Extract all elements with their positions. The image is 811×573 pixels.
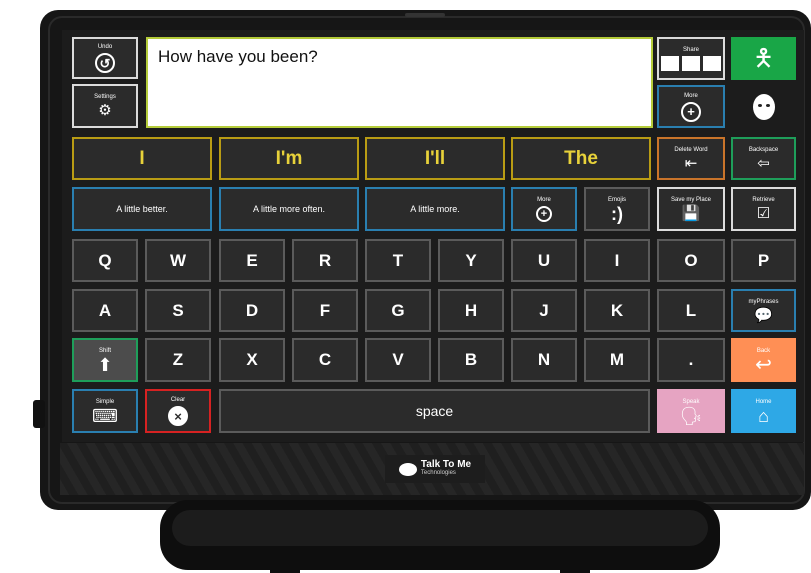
stand-handle bbox=[172, 510, 708, 546]
simple-label: Simple bbox=[95, 399, 115, 405]
speak-button[interactable]: Speak 🗣 bbox=[657, 389, 725, 433]
clear-button[interactable]: Clear × bbox=[145, 389, 211, 433]
key-x[interactable]: X bbox=[219, 338, 285, 382]
share-button[interactable]: Share bbox=[657, 37, 725, 80]
key-j[interactable]: J bbox=[511, 289, 577, 332]
save-icon: 💾 bbox=[681, 205, 701, 222]
space-key[interactable]: space bbox=[219, 389, 650, 433]
backspace-label: Backspace bbox=[748, 146, 779, 153]
clear-x-icon: × bbox=[168, 406, 188, 426]
key-d[interactable]: D bbox=[219, 289, 285, 332]
key-c[interactable]: C bbox=[292, 338, 358, 382]
key-q[interactable]: Q bbox=[72, 239, 138, 282]
stand-foot bbox=[270, 565, 300, 573]
person-button[interactable]: 🯅 bbox=[731, 37, 796, 80]
back-button[interactable]: Back ↩ bbox=[731, 338, 796, 382]
share-label: Share bbox=[682, 47, 699, 53]
key-t[interactable]: T bbox=[365, 239, 431, 282]
simple-button[interactable]: Simple ⌨ bbox=[72, 389, 138, 433]
key-u[interactable]: U bbox=[511, 239, 577, 282]
retrieve-button[interactable]: Retrieve ☑ bbox=[731, 187, 796, 231]
home-label: Home bbox=[755, 399, 772, 405]
key-s[interactable]: S bbox=[145, 289, 211, 332]
prediction-2[interactable]: I'm bbox=[219, 137, 359, 180]
phrase-3[interactable]: A little more. bbox=[365, 187, 505, 231]
shift-label: Shift bbox=[98, 348, 111, 354]
undo-button[interactable]: Undo ↺ bbox=[72, 37, 138, 79]
retrieve-label: Retrieve bbox=[752, 197, 775, 203]
face-icon bbox=[752, 93, 775, 120]
key-k[interactable]: K bbox=[584, 289, 650, 332]
plus-icon: + bbox=[681, 101, 701, 122]
phrase-2[interactable]: A little more often. bbox=[219, 187, 359, 231]
message-box[interactable]: How have you been? bbox=[146, 37, 653, 128]
emojis-button[interactable]: Emojis :) bbox=[584, 187, 650, 231]
share-icon bbox=[661, 56, 721, 71]
key-h[interactable]: H bbox=[438, 289, 504, 332]
key-w[interactable]: W bbox=[145, 239, 211, 282]
key-l[interactable]: L bbox=[657, 289, 725, 332]
brand-text: Talk To Me Technologies bbox=[421, 460, 471, 478]
emoji-glyph: :) bbox=[611, 204, 623, 224]
person-icon: 🯅 bbox=[752, 44, 775, 72]
stand-foot bbox=[560, 565, 590, 573]
speech-bubble-logo-icon bbox=[398, 462, 417, 476]
delete-word-label: Delete Word bbox=[674, 146, 708, 153]
settings-button[interactable]: Settings ⚙ bbox=[72, 84, 138, 128]
speak-label: Speak bbox=[682, 399, 700, 405]
side-button bbox=[33, 400, 45, 428]
plus-icon: + bbox=[536, 206, 552, 222]
delete-word-icon: ⇤ bbox=[684, 154, 698, 172]
key-g[interactable]: G bbox=[365, 289, 431, 332]
more-phrases-label: More bbox=[537, 197, 551, 203]
key-period[interactable]: . bbox=[657, 338, 725, 382]
shift-button[interactable]: Shift ⬆ bbox=[72, 338, 138, 382]
key-a[interactable]: A bbox=[72, 289, 138, 332]
key-m[interactable]: M bbox=[584, 338, 650, 382]
myphrases-button[interactable]: myPhrases 💬 bbox=[731, 289, 796, 332]
key-f[interactable]: F bbox=[292, 289, 358, 332]
wrench-gear-icon: ⚙ bbox=[98, 102, 112, 119]
prediction-3[interactable]: I'll bbox=[365, 137, 505, 180]
phrase-1[interactable]: A little better. bbox=[72, 187, 212, 231]
speech-bubbles-icon: 💬 bbox=[754, 306, 773, 324]
delete-word-button[interactable]: Delete Word ⇤ bbox=[657, 137, 725, 180]
more-phrases-button[interactable]: More + bbox=[511, 187, 577, 231]
face-button[interactable] bbox=[731, 85, 796, 128]
key-o[interactable]: O bbox=[657, 239, 725, 282]
prediction-4[interactable]: The bbox=[511, 137, 651, 180]
key-z[interactable]: Z bbox=[145, 338, 211, 382]
brand-logo: Talk To Me Technologies bbox=[385, 455, 485, 483]
emojis-label: Emojis bbox=[607, 197, 626, 203]
save-my-place-button[interactable]: Save my Place 💾 bbox=[657, 187, 725, 231]
brand-sub: Technologies bbox=[420, 470, 456, 476]
more-top-button[interactable]: More + bbox=[657, 85, 725, 128]
home-icon: ⌂ bbox=[758, 406, 769, 426]
save-my-place-label: Save my Place bbox=[670, 197, 712, 203]
clear-label: Clear bbox=[170, 397, 186, 403]
undo-label: Undo bbox=[97, 44, 113, 50]
shift-arrow-icon: ⬆ bbox=[97, 355, 113, 375]
backspace-button[interactable]: Backspace ⇦ bbox=[731, 137, 796, 180]
home-button[interactable]: Home ⌂ bbox=[731, 389, 796, 433]
back-arrow-icon: ↩ bbox=[755, 354, 772, 376]
undo-icon: ↺ bbox=[95, 53, 115, 73]
key-y[interactable]: Y bbox=[438, 239, 504, 282]
more-top-label: More bbox=[684, 92, 698, 99]
prediction-1[interactable]: I bbox=[72, 137, 212, 180]
camera bbox=[405, 13, 445, 17]
speaking-head-icon: 🗣 bbox=[679, 406, 703, 426]
keyboard-icon: ⌨ bbox=[92, 406, 118, 426]
key-v[interactable]: V bbox=[365, 338, 431, 382]
backspace-icon: ⇦ bbox=[757, 154, 770, 172]
key-r[interactable]: R bbox=[292, 239, 358, 282]
key-b[interactable]: B bbox=[438, 338, 504, 382]
key-i[interactable]: I bbox=[584, 239, 650, 282]
settings-label: Settings bbox=[94, 94, 116, 100]
checklist-icon: ☑ bbox=[756, 205, 771, 222]
myphrases-label: myPhrases bbox=[748, 298, 779, 305]
key-p[interactable]: P bbox=[731, 239, 796, 282]
key-n[interactable]: N bbox=[511, 338, 577, 382]
key-e[interactable]: E bbox=[219, 239, 285, 282]
